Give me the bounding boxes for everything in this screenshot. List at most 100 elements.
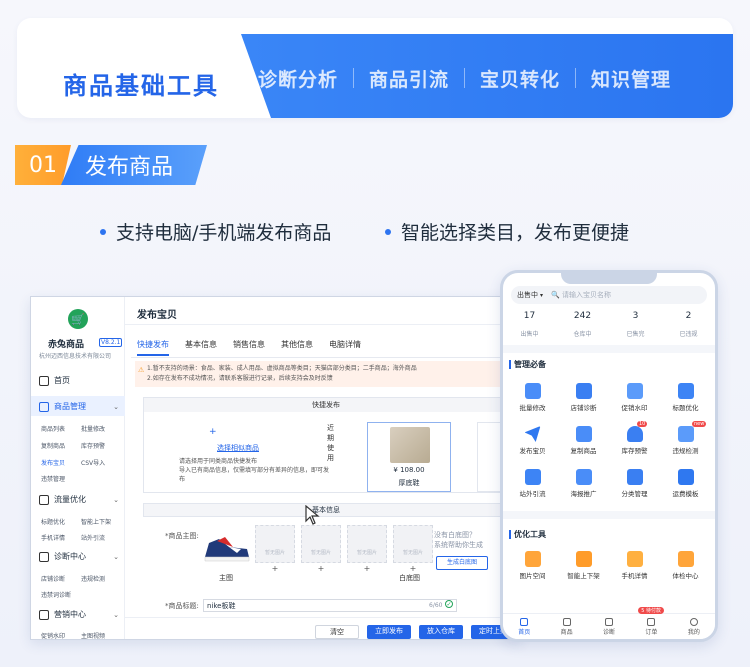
- section-number: 01: [15, 145, 71, 185]
- tab-knowledge[interactable]: 知识管理: [576, 65, 686, 92]
- tool-copy-goods[interactable]: 复制商品: [558, 426, 609, 455]
- tool-image-space[interactable]: 图片空间: [507, 551, 558, 580]
- tab-other-info[interactable]: 其他信息: [281, 339, 313, 356]
- tab-sales-info[interactable]: 销售信息: [233, 339, 265, 356]
- tool-watermark[interactable]: 促销水印: [609, 383, 660, 412]
- sidebar-item-label: 营销中心: [54, 610, 86, 619]
- desc-line: 导入已有商品信息，仅需填写部分有差异的信息，即可发布: [179, 467, 330, 483]
- stat-value: 2: [685, 311, 692, 321]
- tabbar-label: 订单: [645, 628, 658, 636]
- select-similar-link[interactable]: 选择相似商品: [217, 443, 259, 453]
- tool-mobile-detail[interactable]: 手机详情: [609, 551, 660, 580]
- divider: [503, 511, 715, 519]
- tool-shop-diagnosis[interactable]: 店铺诊断: [558, 383, 609, 412]
- save-to-warehouse-button[interactable]: 放入仓库: [419, 625, 463, 639]
- add-icon: +: [409, 564, 417, 573]
- sidebar-subitem[interactable]: 批量修改: [81, 424, 105, 433]
- recent-product-card[interactable]: ¥ 108.00 厚底鞋: [367, 422, 451, 492]
- title-input[interactable]: nike板鞋: [203, 599, 457, 612]
- shop-diagnosis-icon: [575, 383, 592, 399]
- tab-conversion[interactable]: 宝贝转化: [465, 65, 575, 92]
- publish-now-button[interactable]: 立即发布: [367, 625, 411, 639]
- poster-icon: [575, 469, 592, 485]
- generate-white-image-button[interactable]: 生成白底图: [436, 556, 488, 570]
- tab-diagnosis[interactable]: 诊断分析: [243, 65, 353, 92]
- add-icon[interactable]: +: [209, 427, 217, 437]
- tool-violation-check[interactable]: 违规检测 new: [660, 421, 711, 455]
- tool-smart-listing[interactable]: 智能上下架: [558, 551, 609, 580]
- tabbar-diagnosis[interactable]: 诊断: [588, 614, 630, 639]
- tool-category[interactable]: 分类管理: [609, 469, 660, 498]
- sidebar-item-traffic[interactable]: 流量优化 ⌄: [39, 494, 119, 505]
- sidebar-subitem[interactable]: 手机详情: [41, 533, 65, 542]
- tabbar-mine[interactable]: 我的: [673, 614, 715, 639]
- tab-pc-detail[interactable]: 电脑详情: [329, 339, 361, 356]
- sidebar-subitem[interactable]: 店铺诊断: [41, 574, 65, 583]
- sidebar-subitem[interactable]: 主图视频: [81, 631, 105, 639]
- tool-external-traffic[interactable]: 站外引流: [507, 469, 558, 498]
- sidebar-subitem[interactable]: 库存预警: [81, 441, 105, 450]
- stat-violation[interactable]: 2 已违规: [662, 311, 715, 340]
- stat-warehouse[interactable]: 242 仓库中: [556, 311, 609, 340]
- bottom-tabbar: 首页 商品 诊断 订单 5 待付款 我的: [503, 607, 715, 639]
- title-label: *商品标题:: [165, 602, 199, 610]
- tool-poster[interactable]: 海报推广: [558, 469, 609, 498]
- main-image-shoe[interactable]: [203, 529, 251, 565]
- page: 商品基础工具 诊断分析 商品引流 宝贝转化 知识管理 01 发布商品 支持电脑/…: [0, 0, 750, 667]
- sidebar-subitem[interactable]: 违禁词诊断: [41, 590, 71, 599]
- sidebar-item-diagnosis[interactable]: 诊断中心 ⌄: [39, 551, 119, 562]
- search-bar[interactable]: 出售中 ▾ 🔍 请输入宝贝名称: [511, 286, 707, 304]
- sidebar-subitem[interactable]: 复制商品: [41, 441, 65, 450]
- sidebar-subitem[interactable]: 商品列表: [41, 424, 65, 433]
- top-nav: 商品基础工具 诊断分析 商品引流 宝贝转化 知识管理: [17, 18, 733, 118]
- tabbar-orders[interactable]: 订单 5 待付款: [630, 607, 672, 639]
- sidebar-subitem[interactable]: 促销水印: [41, 631, 65, 639]
- stat-on-sale[interactable]: 17 出售中: [503, 311, 556, 340]
- image-placeholder-white[interactable]: 暂无图片 +: [393, 525, 433, 573]
- tool-title-optimize[interactable]: 标题优化: [660, 383, 711, 412]
- sidebar-subitem[interactable]: 标题优化: [41, 517, 65, 526]
- traffic-icon: [39, 494, 49, 505]
- sidebar-item-goods-mgmt[interactable]: 商品管理 ⌄: [39, 401, 119, 412]
- smart-listing-icon: [575, 551, 592, 567]
- tool-shipping-template[interactable]: 运费模板: [660, 469, 711, 498]
- health-icon: [677, 551, 694, 567]
- image-placeholder[interactable]: 暂无图片 +: [347, 525, 387, 573]
- status-select[interactable]: 出售中: [517, 290, 538, 300]
- sidebar-subitem-active[interactable]: 发布宝贝: [41, 458, 65, 467]
- tool-label: 标题优化: [672, 404, 699, 412]
- clear-button[interactable]: 清空: [315, 625, 359, 639]
- tabbar-label: 商品: [560, 628, 573, 636]
- sidebar-item-label: 首页: [54, 376, 70, 385]
- diagnosis-icon: [39, 551, 49, 562]
- tool-health-center[interactable]: 体检中心: [660, 551, 711, 580]
- essentials-grid: 批量修改 店铺诊断 促销水印 标题优化 发布宝贝 复制商品 库存预警 10 违规检…: [507, 383, 711, 498]
- sidebar-item-home[interactable]: 首页: [39, 375, 119, 386]
- tabbar-label: 诊断: [603, 628, 616, 636]
- tool-publish[interactable]: 发布宝贝: [507, 426, 558, 455]
- sidebar-subitem[interactable]: 违禁管理: [41, 474, 65, 483]
- tabbar-home[interactable]: 首页: [503, 614, 545, 639]
- tab-traffic[interactable]: 商品引流: [354, 65, 464, 92]
- image-placeholder[interactable]: 暂无图片 +: [301, 525, 341, 573]
- stat-label: 出售中: [520, 331, 539, 338]
- tool-label: 发布宝贝: [519, 447, 546, 455]
- tab-goods-basic-tools[interactable]: 商品基础工具: [34, 40, 248, 118]
- stat-sold-out[interactable]: 3 已售完: [609, 311, 662, 340]
- tab-basic-info[interactable]: 基本信息: [185, 339, 217, 356]
- marketing-icon: [39, 609, 49, 620]
- tab-quick-publish[interactable]: 快捷发布: [137, 339, 169, 356]
- image-placeholder[interactable]: 暂无图片 +: [255, 525, 295, 573]
- tool-stock-alert[interactable]: 库存预警 10: [609, 421, 660, 455]
- sidebar-subitem[interactable]: 违规检测: [81, 574, 105, 583]
- tabbar-goods[interactable]: 商品: [545, 614, 587, 639]
- stat-value: 3: [632, 311, 639, 321]
- sidebar-item-marketing[interactable]: 营销中心 ⌄: [39, 609, 119, 620]
- section-essentials-title: 管理必备: [509, 359, 546, 370]
- search-input[interactable]: 🔍 请输入宝贝名称: [551, 290, 611, 300]
- tool-batch-edit[interactable]: 批量修改: [507, 383, 558, 412]
- sidebar-subitem[interactable]: CSV导入: [81, 458, 105, 467]
- sidebar-subitem[interactable]: 站外引流: [81, 533, 105, 542]
- diagnosis-icon: [605, 617, 614, 626]
- sidebar-subitem[interactable]: 智能上下架: [81, 517, 111, 526]
